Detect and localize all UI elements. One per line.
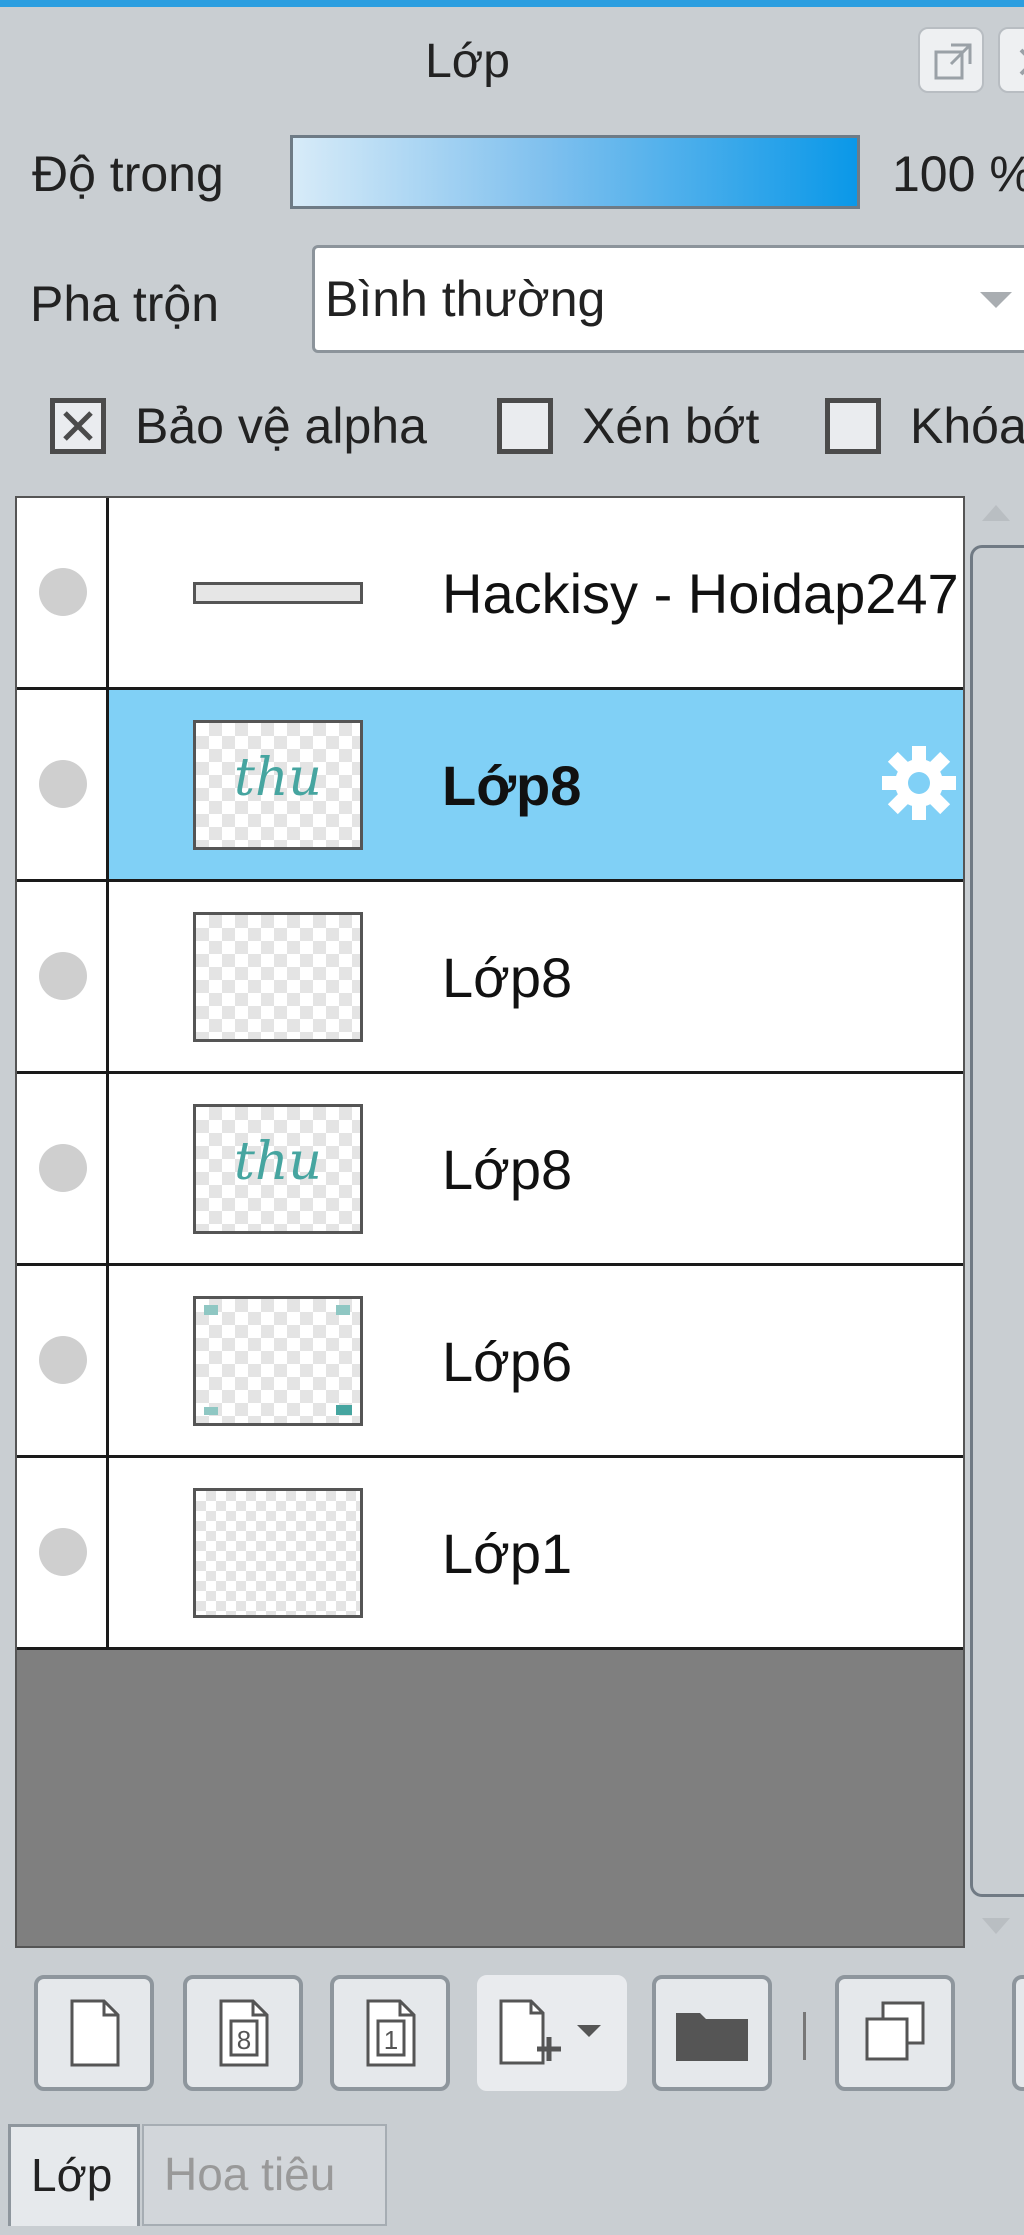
- layer-row[interactable]: Lớp8: [17, 882, 963, 1074]
- new-8bit-layer-icon: 8: [219, 1999, 269, 2067]
- layer-row-body[interactable]: thu Lớp8: [109, 690, 963, 879]
- opacity-slider[interactable]: [290, 135, 860, 209]
- new-layer-button[interactable]: [34, 1975, 154, 2091]
- corner-marks-thumbnail: [204, 1305, 352, 1415]
- layer-row-body[interactable]: Lớp6: [109, 1266, 963, 1455]
- visibility-toggle[interactable]: [17, 1266, 109, 1455]
- layer-name: Lớp8: [442, 946, 573, 1009]
- layer-name: Lớp8: [442, 754, 582, 817]
- layer-name: Lớp6: [442, 1330, 573, 1393]
- visibility-toggle[interactable]: [17, 882, 109, 1071]
- new-folder-button[interactable]: [652, 1975, 772, 2091]
- panel-title: Lớp: [425, 35, 510, 88]
- close-panel-button[interactable]: [998, 27, 1024, 93]
- layer-name: Lớp8: [442, 1138, 573, 1201]
- close-icon: [1019, 48, 1024, 76]
- toolbar-separator: [803, 2012, 806, 2060]
- layer-row[interactable]: Lớp1: [17, 1458, 963, 1650]
- tab-layers[interactable]: Lớp: [8, 2124, 140, 2226]
- layer-row-body[interactable]: Lớp8: [109, 882, 963, 1071]
- tab-navigator[interactable]: Hoa tiêu: [142, 2124, 387, 2226]
- layer-thumbnail: thu: [193, 720, 363, 850]
- layer-thumbnail: [193, 1296, 363, 1426]
- window-top-border: [0, 0, 1024, 7]
- layer-row-body[interactable]: Lớp1: [109, 1458, 963, 1647]
- visibility-toggle[interactable]: [17, 1074, 109, 1263]
- opacity-value: 100 %: [892, 146, 1024, 202]
- blend-mode-value: Bình thường: [325, 271, 606, 327]
- visibility-dot-icon: [39, 568, 87, 616]
- clip-checkbox[interactable]: [497, 398, 553, 454]
- layer-row-body[interactable]: thu Lớp8: [109, 1074, 963, 1263]
- visibility-dot-icon: [39, 1336, 87, 1384]
- layer-row-body[interactable]: Hackisy - Hoidap247: [109, 498, 963, 687]
- layer-thumbnail: [193, 912, 363, 1042]
- layer-thumbnail: thu: [193, 1104, 363, 1234]
- visibility-dot-icon: [39, 1528, 87, 1576]
- new-layer-icon: [70, 1999, 120, 2067]
- tool-8-label: 8: [237, 2025, 251, 2055]
- protect-alpha-checkbox[interactable]: [50, 398, 106, 454]
- new-1bit-layer-icon: 1: [366, 1999, 416, 2067]
- chevron-down-icon: [980, 292, 1012, 308]
- scroll-down-arrow-icon[interactable]: [982, 1918, 1010, 1934]
- add-file-dropdown-icon: [499, 1999, 601, 2065]
- panel-tabs: Lớp Hoa tiêu: [0, 2120, 1024, 2235]
- thumbnail-text: thu: [234, 748, 322, 808]
- visibility-dot-icon: [39, 760, 87, 808]
- layer-name: Lớp1: [442, 1522, 573, 1585]
- lock-checkbox[interactable]: [825, 398, 881, 454]
- panel-titlebar: Lớp: [0, 7, 1024, 117]
- layer-thumbnail: [193, 582, 363, 604]
- layer-name: Hackisy - Hoidap247: [442, 562, 959, 625]
- lock-label: Khóa: [910, 398, 1024, 454]
- new-8bit-layer-button[interactable]: 8: [183, 1975, 303, 2091]
- visibility-dot-icon: [39, 1144, 87, 1192]
- layer-row[interactable]: thu Lớp8: [17, 1074, 963, 1266]
- layer-row[interactable]: Lớp6: [17, 1266, 963, 1458]
- blend-mode-select[interactable]: Bình thường: [312, 245, 1024, 353]
- layer-toolbar: 8 1: [0, 1950, 1024, 2120]
- layer-thumbnail: [193, 1488, 363, 1618]
- gear-icon[interactable]: [874, 738, 964, 828]
- thumbnail-text: thu: [234, 1132, 322, 1192]
- clip-label: Xén bớt: [582, 398, 760, 454]
- tool-1-label: 1: [384, 2025, 398, 2055]
- opacity-label: Độ trong: [32, 146, 224, 202]
- protect-alpha-label: Bảo vệ alpha: [135, 398, 427, 454]
- layer-row-selected[interactable]: thu Lớp8: [17, 690, 963, 882]
- folder-icon: [676, 2013, 748, 2061]
- float-window-button[interactable]: [918, 27, 984, 93]
- blend-mode-label: Pha trộn: [30, 276, 220, 332]
- visibility-toggle[interactable]: [17, 498, 109, 687]
- duplicate-icon: [865, 2001, 925, 2061]
- scrollbar-thumb[interactable]: [970, 545, 1024, 1897]
- new-1bit-layer-button[interactable]: 1: [330, 1975, 450, 2091]
- visibility-toggle[interactable]: [17, 1458, 109, 1647]
- more-tools-button[interactable]: [1012, 1975, 1024, 2091]
- duplicate-layer-button[interactable]: [835, 1975, 955, 2091]
- add-layer-dropdown-button[interactable]: [477, 1975, 627, 2091]
- visibility-toggle[interactable]: [17, 690, 109, 879]
- visibility-dot-icon: [39, 952, 87, 1000]
- layer-row[interactable]: Hackisy - Hoidap247: [17, 498, 963, 690]
- scroll-up-arrow-icon[interactable]: [982, 505, 1010, 521]
- external-window-icon: [934, 43, 972, 80]
- checkmark-x-icon: [63, 411, 93, 441]
- layer-list: Hackisy - Hoidap247 thu Lớp8 Lớp8 thu Lớ…: [15, 496, 965, 1948]
